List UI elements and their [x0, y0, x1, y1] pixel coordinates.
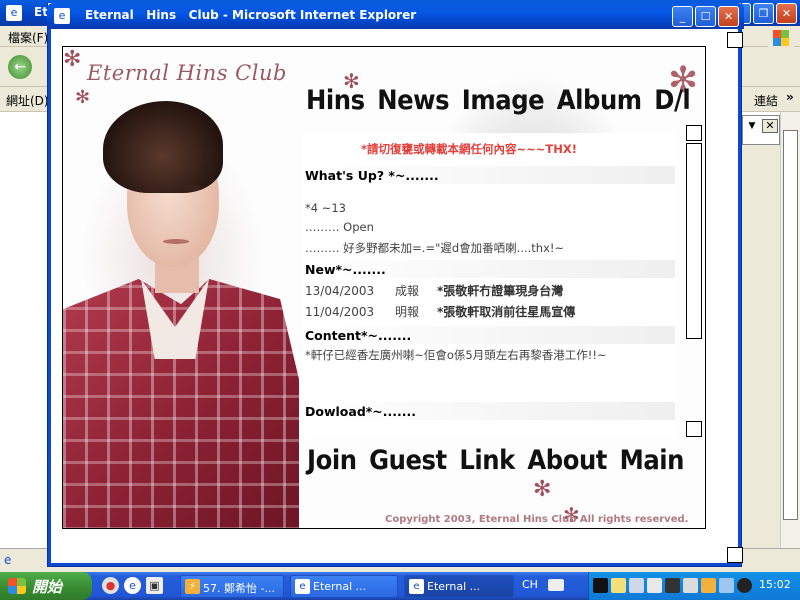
news-headline[interactable]: *張敬軒冇證篳現身台灣 — [437, 284, 563, 298]
panel-scrollbar-thumb[interactable] — [686, 143, 702, 339]
background-side-panel-header: ▼ ✕ — [742, 115, 780, 145]
background-vertical-scrollbar[interactable] — [780, 112, 800, 548]
ie-icon: e — [54, 8, 70, 24]
tray-media-icon[interactable] — [737, 578, 752, 593]
close-icon[interactable]: ✕ — [762, 119, 778, 133]
news-source: 成報 — [395, 284, 420, 298]
tray-folder-icon[interactable] — [611, 578, 626, 593]
clock[interactable]: 15:02 — [759, 578, 791, 591]
fan-site-frame: Eternal Hins Club ✻ ✻ ✻ ✻ ✻ ✻ ✻ ✻ ✻ ✻ ✻ … — [62, 46, 706, 529]
popup-maximize-button[interactable]: ☐ — [695, 6, 716, 27]
tray-app-icon[interactable] — [593, 578, 608, 593]
menu-file[interactable]: 檔案(F) — [8, 29, 48, 46]
ie-quicklaunch-icon[interactable]: e — [124, 577, 141, 594]
nav-news[interactable]: News — [377, 85, 449, 116]
windows-flag-icon — [8, 578, 26, 594]
chevron-down-icon[interactable]: ▼ — [745, 119, 759, 133]
nav-link[interactable]: Link — [459, 445, 515, 476]
task-label: 57. 鄭希怡 -... — [203, 582, 275, 595]
nav-image[interactable]: Image — [462, 85, 545, 116]
news-date: 11/04/2003 — [305, 305, 375, 319]
taskbar-task-music[interactable]: ⚡ 57. 鄭希怡 -... — [180, 575, 284, 598]
start-label: 開始 — [32, 578, 63, 596]
taskbar-task-eternal-2[interactable]: e Eternal ... — [404, 575, 514, 598]
popup-minimize-button[interactable]: _ — [672, 6, 693, 27]
download-heading: Dowload*~....... — [305, 402, 675, 420]
nav-hins[interactable]: Hins — [306, 85, 365, 116]
ie-icon: e — [409, 579, 424, 594]
task-label: Eternal ... — [427, 580, 481, 593]
address-label: 網址(D) — [6, 94, 49, 108]
content-panel[interactable]: *請切復甕或轉載本網任何內容~~~THX! What's Up? *~.....… — [303, 133, 677, 439]
news-date: 13/04/2003 — [305, 284, 375, 298]
ie-icon: e — [6, 5, 22, 21]
scrollbar-thumb[interactable] — [783, 130, 798, 520]
show-desktop-icon[interactable]: ▣ — [146, 577, 163, 594]
nav-join[interactable]: Join — [307, 445, 357, 476]
news-heading: New*~....... — [305, 260, 675, 278]
tray-speaker-icon[interactable] — [719, 578, 734, 593]
background-restore-button[interactable]: ❐ — [753, 3, 774, 24]
popup-window-title: Eternal Hins Club - Microsoft Internet E… — [85, 8, 417, 22]
media-player-icon[interactable]: ● — [102, 577, 119, 594]
links-label[interactable]: 連結 — [754, 92, 778, 109]
winamp-icon: ⚡ — [185, 579, 200, 594]
back-arrow-icon[interactable]: ← — [8, 55, 32, 79]
content-heading: Content*~....... — [305, 326, 675, 344]
panel-scroll-up-button[interactable] — [686, 125, 702, 141]
news-item[interactable]: 11/04/2003 明報 *張敬軒取消前往星馬宣傳 — [305, 303, 575, 320]
flower-icon: ✻ — [533, 477, 552, 502]
tray-network-icon[interactable] — [629, 578, 644, 593]
system-tray: 15:02 — [588, 572, 800, 600]
nav-download[interactable]: D/l — [654, 85, 690, 116]
task-label: Eternal ... — [313, 580, 367, 593]
news-source: 明報 — [395, 305, 420, 319]
copy-notice: *請切復甕或轉載本網任何內容~~~THX! — [361, 142, 577, 156]
whats-up-line: *4 ~13 — [305, 201, 346, 215]
language-indicator[interactable]: CH — [522, 578, 538, 591]
popup-frame-scroll-box[interactable] — [727, 32, 743, 48]
nav-about[interactable]: About — [527, 445, 607, 476]
portrait-photo — [63, 97, 299, 528]
whats-up-heading: What's Up? *~....... — [305, 166, 675, 184]
nav-album[interactable]: Album — [557, 85, 642, 116]
copyright-text: Copyright 2003, Eternal Hins Club All ri… — [385, 514, 689, 525]
tray-calendar-icon[interactable] — [665, 578, 680, 593]
more-links-chevron[interactable]: » — [786, 90, 794, 104]
popup-close-button[interactable]: ✕ — [718, 6, 739, 27]
panel-scroll-down-button[interactable] — [686, 421, 702, 437]
tray-settings-icon[interactable] — [683, 578, 698, 593]
whats-up-line: ……… 好多野都未加=.="遲d會加番哂喇....thx!~ — [305, 241, 565, 255]
ie-icon: e — [295, 579, 310, 594]
popup-frame-corner-box[interactable] — [727, 547, 743, 563]
news-item[interactable]: 13/04/2003 成報 *張敬軒冇證篳現身台灣 — [305, 282, 563, 299]
keyboard-icon[interactable] — [548, 579, 564, 591]
popup-title-bar[interactable]: e Eternal Hins Club - Microsoft Internet… — [47, 3, 744, 29]
tray-display-icon[interactable] — [647, 578, 662, 593]
tray-winamp-icon[interactable] — [701, 578, 716, 593]
taskbar: 開始 ● e ▣ ⚡ 57. 鄭希怡 -... e Eternal ... e … — [0, 572, 800, 600]
whats-up-line: ……… Open — [305, 220, 374, 234]
start-button[interactable]: 開始 — [0, 572, 92, 600]
nav-main[interactable]: Main — [620, 445, 685, 476]
content-text: *軒仔已經香左廣州喇~佢會o係5月頭左右再黎香港工作!!~ — [305, 348, 607, 362]
background-side-panel — [742, 145, 780, 555]
news-headline[interactable]: *張敬軒取消前往星馬宣傳 — [437, 305, 575, 319]
top-navigation: Hins News Image Album D/l — [306, 85, 703, 116]
background-window-title: Et — [34, 5, 48, 19]
bottom-navigation: Join Guest Link About Main — [307, 445, 697, 476]
background-close-button[interactable]: ✕ — [776, 3, 797, 24]
background-left-pane — [0, 112, 48, 548]
site-logo[interactable]: Eternal Hins Club — [87, 61, 287, 85]
taskbar-task-eternal-1[interactable]: e Eternal ... — [290, 575, 398, 598]
flower-icon: ✻ — [63, 47, 82, 72]
nav-guest[interactable]: Guest — [369, 445, 447, 476]
ie-page-icon: e — [4, 553, 12, 567]
